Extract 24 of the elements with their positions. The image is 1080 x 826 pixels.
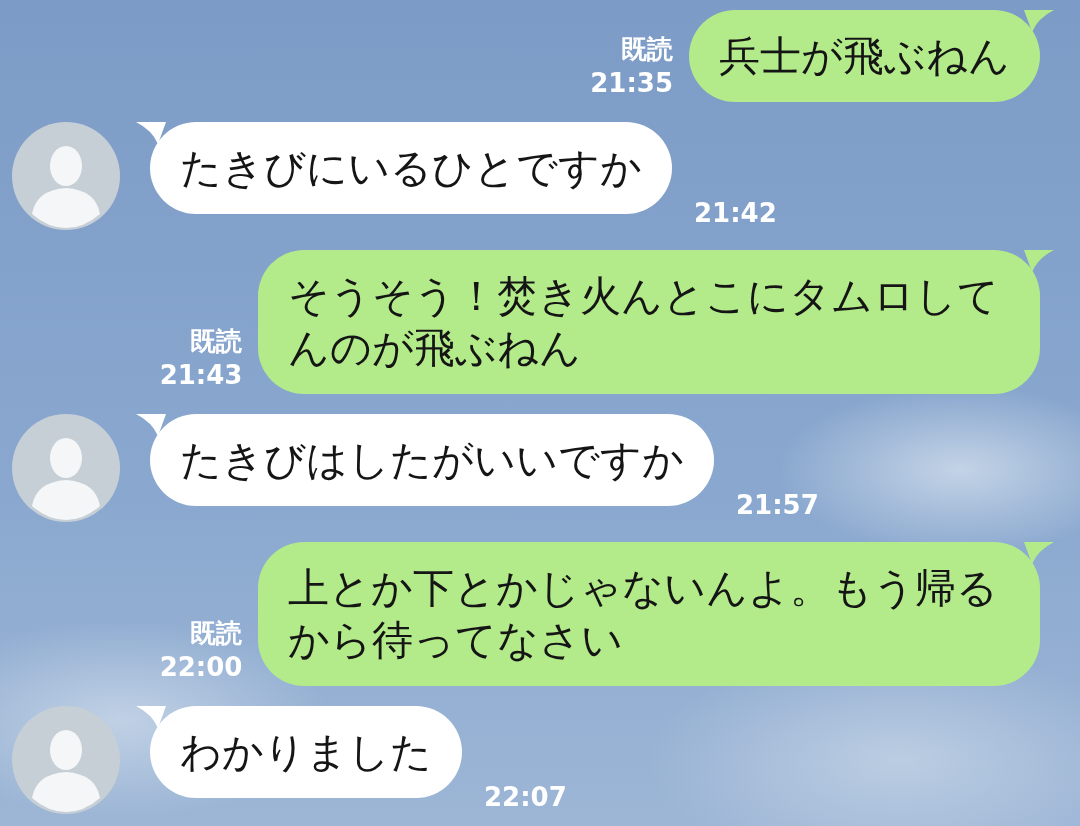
bubble-tail [136, 122, 166, 144]
message-time: 22:00 [159, 651, 243, 684]
avatar-icon [12, 706, 120, 814]
bubble-tail [136, 706, 166, 728]
message-time: 21:57 [736, 489, 819, 522]
message-bubble: 上とか下とかじゃないんよ。もう帰るから待ってなさい [258, 542, 1040, 686]
bubble-tail [136, 414, 166, 436]
message-bubble: わかりました [150, 706, 462, 798]
bubble-tail [1024, 250, 1054, 272]
message-bubble: たきびにいるひとですか [150, 122, 672, 214]
message-bubble: そうそう！焚き火んとこにタムロしてんのが飛ぶねん [258, 250, 1040, 394]
message-time: 22:07 [484, 781, 567, 814]
message-time: 21:43 [159, 359, 243, 392]
message-bubble: たきびはしたがいいですか [150, 414, 714, 506]
avatar-icon [12, 122, 120, 230]
avatar-icon [12, 414, 120, 522]
bubble-tail [1024, 10, 1054, 32]
read-receipt: 既読 [190, 617, 243, 650]
message-time: 21:35 [590, 67, 673, 100]
message-time: 21:42 [694, 197, 777, 230]
read-receipt: 既読 [621, 33, 673, 66]
bubble-tail [1024, 542, 1054, 564]
message-bubble: 兵士が飛ぶねん [689, 10, 1040, 102]
read-receipt: 既読 [190, 325, 243, 358]
